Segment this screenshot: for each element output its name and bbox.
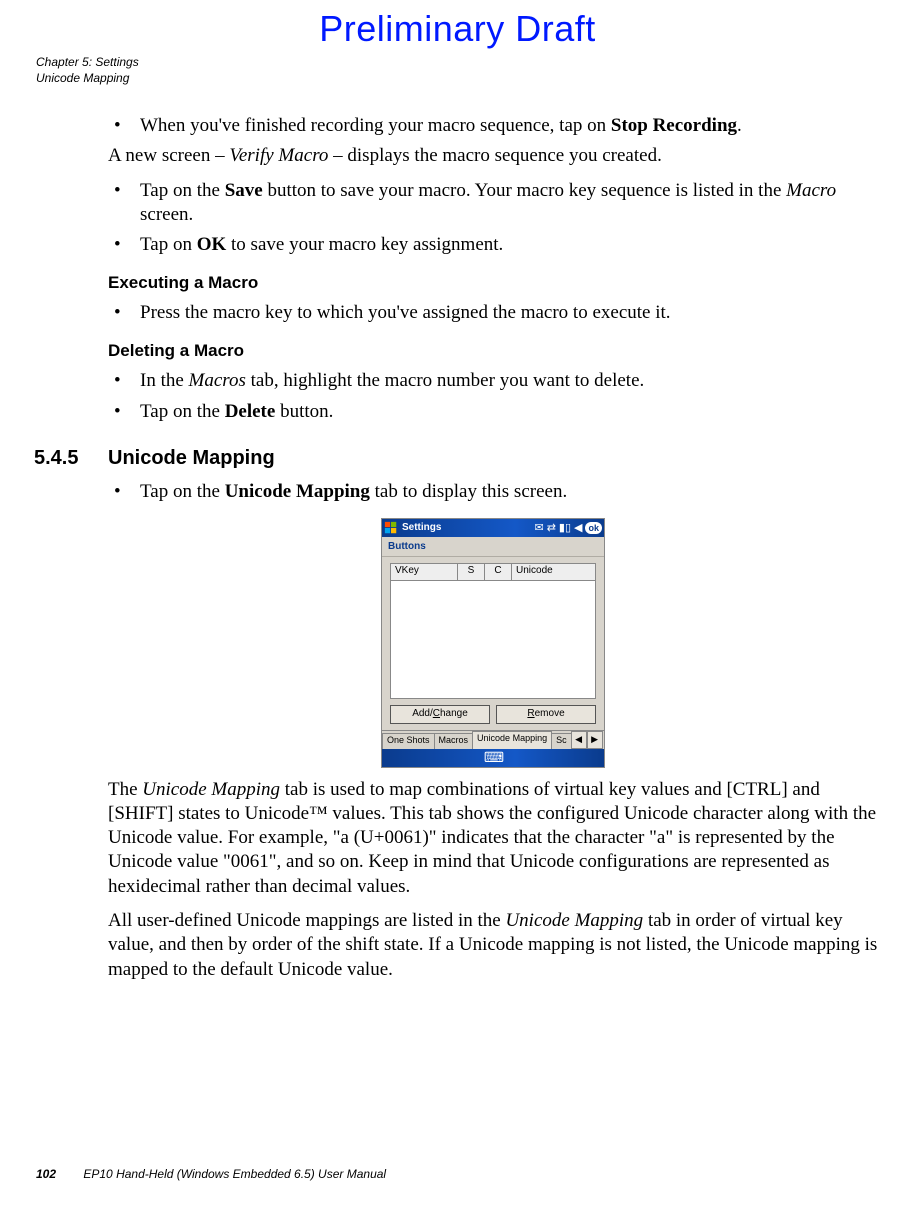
text: Add/ (412, 708, 433, 719)
list-header: VKey S C Unicode (391, 564, 595, 581)
tab-scroll-right[interactable]: ▶ (587, 731, 603, 749)
text: . (737, 115, 742, 136)
sip-bar[interactable]: ⌨ (382, 749, 604, 767)
chapter-line1: Chapter 5: Settings (36, 54, 139, 70)
ok-button[interactable]: ok (585, 522, 602, 534)
bold: Save (225, 180, 263, 201)
chapter-line2: Unicode Mapping (36, 70, 139, 86)
italic: Macro (786, 180, 836, 201)
bullet-press-macro: Press the macro key to which you've assi… (108, 301, 878, 325)
col-c[interactable]: C (485, 564, 512, 580)
applet-title: Buttons (382, 537, 604, 557)
signal-icon[interactable]: ▮▯ (559, 521, 571, 535)
text: Tap on the (140, 180, 225, 201)
italic: Verify Macro (229, 145, 328, 166)
remove-button[interactable]: Remove (496, 705, 596, 724)
text: The (108, 779, 142, 800)
tab-scroll-left[interactable]: ◀ (571, 731, 587, 749)
chat-icon[interactable]: ✉ (534, 521, 543, 535)
col-s[interactable]: S (458, 564, 485, 580)
add-change-button[interactable]: Add/Change (390, 705, 490, 724)
device-titlebar: Settings ✉ ⇄ ▮▯ ◀ ok (382, 519, 604, 537)
tab-macros[interactable]: Macros (434, 733, 474, 749)
text: screen. (140, 204, 193, 225)
bold: Unicode Mapping (225, 481, 370, 502)
bullet-ok-save: Tap on OK to save your macro key assignm… (108, 233, 878, 257)
figure-device-screenshot: Settings ✉ ⇄ ▮▯ ◀ ok Buttons VKey S C (108, 518, 878, 768)
paragraph-unicode-order: All user-defined Unicode mappings are li… (108, 909, 878, 982)
paragraph-verify-macro: A new screen – Verify Macro – displays t… (108, 144, 878, 168)
bullet-tap-delete: Tap on the Delete button. (108, 400, 878, 424)
section-number: 5.4.5 (34, 446, 108, 472)
device-window: Settings ✉ ⇄ ▮▯ ◀ ok Buttons VKey S C (381, 518, 605, 768)
page-content: When you've finished recording your macr… (108, 114, 878, 992)
chapter-header: Chapter 5: Settings Unicode Mapping (36, 54, 139, 86)
tabbar: One Shots Macros Unicode Mapping Sc ◀ ▶ (382, 730, 604, 749)
device-tray: ✉ ⇄ ▮▯ ◀ ok (534, 521, 602, 535)
text: Tap on the (140, 401, 225, 422)
text: A new screen – (108, 145, 229, 166)
bullet-tap-unicode: Tap on the Unicode Mapping tab to displa… (108, 480, 878, 504)
section-heading: 5.4.5 Unicode Mapping (34, 446, 878, 472)
text: All user-defined Unicode mappings are li… (108, 910, 505, 931)
text: Tap on the (140, 481, 225, 502)
underline: C (433, 708, 440, 719)
paragraph-unicode-desc: The Unicode Mapping tab is used to map c… (108, 778, 878, 900)
bullet-highlight-macro: In the Macros tab, highlight the macro n… (108, 369, 878, 393)
text: button. (275, 401, 333, 422)
tab-unicode-mapping[interactable]: Unicode Mapping (472, 731, 552, 749)
tab-one-shots[interactable]: One Shots (382, 733, 435, 749)
page-footer: 102 EP10 Hand-Held (Windows Embedded 6.5… (36, 1167, 386, 1181)
text: emove (535, 708, 565, 719)
watermark-text: Preliminary Draft (0, 8, 915, 50)
text: When you've finished recording your macr… (140, 115, 611, 136)
section-title: Unicode Mapping (108, 446, 275, 472)
subhead-executing: Executing a Macro (108, 272, 878, 294)
keyboard-icon[interactable]: ⌨ (484, 749, 502, 767)
text: button to save your macro. Your macro ke… (263, 180, 786, 201)
text: – displays the macro sequence you create… (328, 145, 661, 166)
volume-icon[interactable]: ◀ (574, 521, 582, 535)
footer-text: EP10 Hand-Held (Windows Embedded 6.5) Us… (83, 1167, 386, 1181)
text: Tap on (140, 234, 197, 255)
text: hange (440, 708, 468, 719)
text: In the (140, 370, 189, 391)
underline: R (527, 708, 534, 719)
page-number: 102 (36, 1167, 56, 1181)
connection-icon[interactable]: ⇄ (547, 521, 556, 535)
bullet-save-macro: Tap on the Save button to save your macr… (108, 179, 878, 228)
bold: Delete (225, 401, 276, 422)
text: tab to display this screen. (370, 481, 567, 502)
tab-sc[interactable]: Sc (551, 733, 572, 749)
text: tab, highlight the macro number you want… (246, 370, 644, 391)
bold: OK (197, 234, 227, 255)
mapping-list[interactable]: VKey S C Unicode (390, 563, 596, 699)
device-title: Settings (402, 522, 441, 535)
text: to save your macro key assignment. (226, 234, 503, 255)
col-unicode[interactable]: Unicode (512, 564, 595, 580)
italic: Macros (189, 370, 246, 391)
col-vkey[interactable]: VKey (391, 564, 458, 580)
bullet-stop-recording: When you've finished recording your macr… (108, 114, 878, 138)
bold: Stop Recording (611, 115, 737, 136)
italic: Unicode Mapping (505, 910, 643, 931)
subhead-deleting: Deleting a Macro (108, 340, 878, 362)
italic: Unicode Mapping (142, 779, 280, 800)
start-icon[interactable] (384, 521, 398, 535)
